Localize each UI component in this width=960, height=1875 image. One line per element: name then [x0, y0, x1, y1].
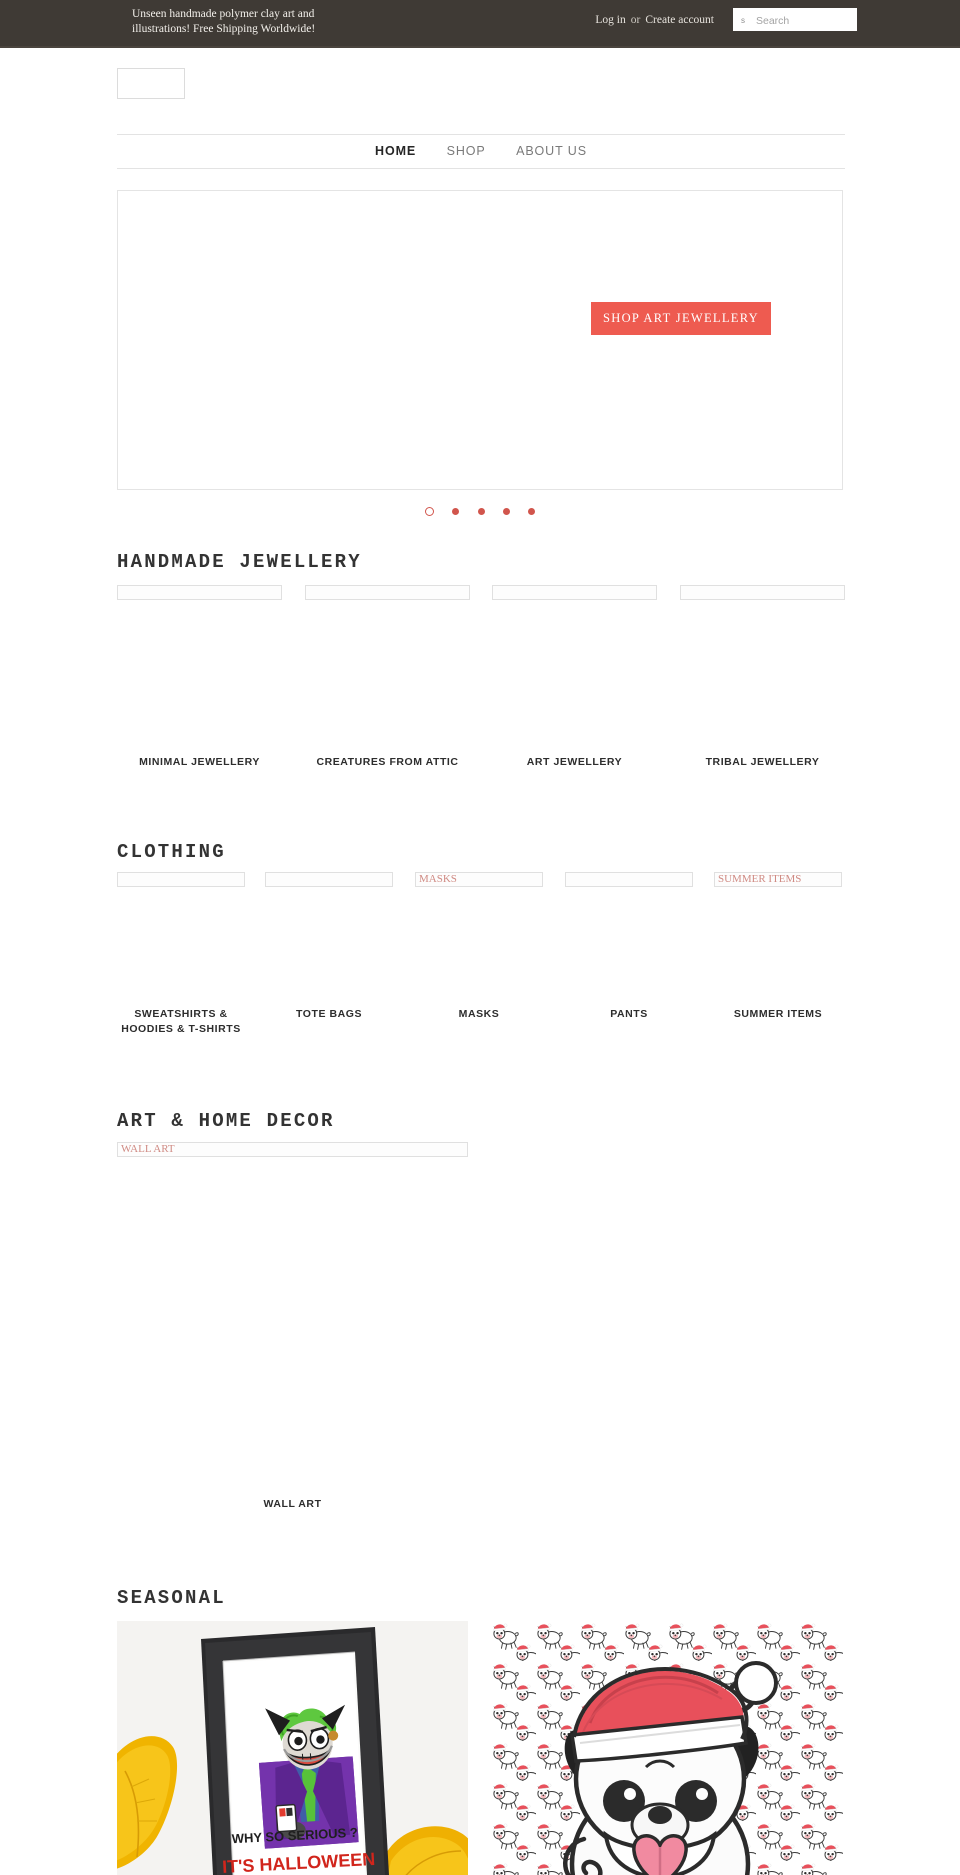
hero-slider: SHOP ART JEWELLERY: [117, 190, 843, 490]
slider-dot-4[interactable]: [502, 508, 510, 516]
search-icon: s: [741, 16, 745, 25]
slider-dot-2[interactable]: [452, 508, 460, 516]
category-image-summer-items[interactable]: SUMMER ITEMS: [714, 872, 842, 887]
category-label-sweatshirts-hoodies-tshirts[interactable]: SWEATSHIRTS & HOODIES & T-SHIRTS: [117, 1007, 245, 1037]
category-label-tribal-jewellery[interactable]: TRIBAL JEWELLERY: [680, 755, 845, 770]
announcement-text: Unseen handmade polymer clay art and ill…: [132, 8, 316, 35]
slider-dots: [117, 503, 843, 521]
category-image-minimal-jewellery[interactable]: [117, 585, 282, 600]
halloween-print-illustration: WHY SO SERIOUS ? IT'S HALLOWEEN: [117, 1621, 468, 1875]
main-navigation: HOME SHOP ABOUT US: [117, 142, 845, 160]
category-label-tote-bags[interactable]: TOTE BAGS: [265, 1007, 393, 1022]
nav-divider-bottom: [117, 168, 845, 169]
category-label-summer-items[interactable]: SUMMER ITEMS: [714, 1007, 842, 1022]
image-alt-text: MASKS: [419, 873, 457, 885]
category-image-creatures-from-attic[interactable]: [305, 585, 470, 600]
site-logo[interactable]: [117, 68, 185, 99]
section-title-art-home-decor: ART & HOME DECOR: [117, 1110, 335, 1132]
search-box[interactable]: s: [733, 8, 857, 32]
slider-dot-1[interactable]: [424, 507, 434, 517]
christmas-pug-illustration: [492, 1621, 843, 1875]
or-separator: or: [630, 14, 641, 26]
announcement-bar: Unseen handmade polymer clay art and ill…: [0, 0, 960, 48]
category-label-creatures-from-attic[interactable]: CREATURES FROM ATTIC: [305, 755, 470, 770]
login-link[interactable]: Log in: [595, 14, 625, 26]
slider-dot-3[interactable]: [477, 508, 485, 516]
category-image-tribal-jewellery[interactable]: [680, 585, 845, 600]
slider-dot-5[interactable]: [528, 508, 536, 516]
category-label-masks[interactable]: MASKS: [415, 1007, 543, 1022]
seasonal-image-halloween[interactable]: WHY SO SERIOUS ? IT'S HALLOWEEN: [117, 1621, 468, 1875]
shop-art-jewellery-button[interactable]: SHOP ART JEWELLERY: [591, 302, 771, 335]
create-account-link[interactable]: Create account: [645, 14, 714, 26]
category-label-wall-art[interactable]: WALL ART: [117, 1497, 468, 1512]
section-title-clothing: CLOTHING: [117, 841, 226, 863]
search-input[interactable]: [754, 9, 854, 32]
seasonal-image-christmas[interactable]: [492, 1621, 843, 1875]
category-label-pants[interactable]: PANTS: [565, 1007, 693, 1022]
account-links: Log in or Create account: [593, 14, 716, 26]
nav-item-shop[interactable]: SHOP: [447, 144, 486, 158]
section-title-seasonal: SEASONAL: [117, 1587, 226, 1609]
image-alt-text: WALL ART: [121, 1143, 175, 1155]
category-image-tote-bags[interactable]: [265, 872, 393, 887]
nav-divider-top: [117, 134, 845, 135]
topbar-inner: Unseen handmade polymer clay art and ill…: [115, 0, 857, 46]
category-image-pants[interactable]: [565, 872, 693, 887]
category-image-sweatshirts-hoodies-tshirts[interactable]: [117, 872, 245, 887]
category-image-wall-art[interactable]: WALL ART: [117, 1142, 468, 1157]
category-label-minimal-jewellery[interactable]: MINIMAL JEWELLERY: [117, 755, 282, 770]
image-alt-text: SUMMER ITEMS: [718, 873, 802, 885]
nav-item-about-us[interactable]: ABOUT US: [516, 144, 587, 158]
category-image-art-jewellery[interactable]: [492, 585, 657, 600]
category-image-masks[interactable]: MASKS: [415, 872, 543, 887]
section-title-handmade-jewellery: HANDMADE JEWELLERY: [117, 551, 362, 573]
nav-item-home[interactable]: HOME: [375, 144, 416, 158]
category-label-art-jewellery[interactable]: ART JEWELLERY: [492, 755, 657, 770]
